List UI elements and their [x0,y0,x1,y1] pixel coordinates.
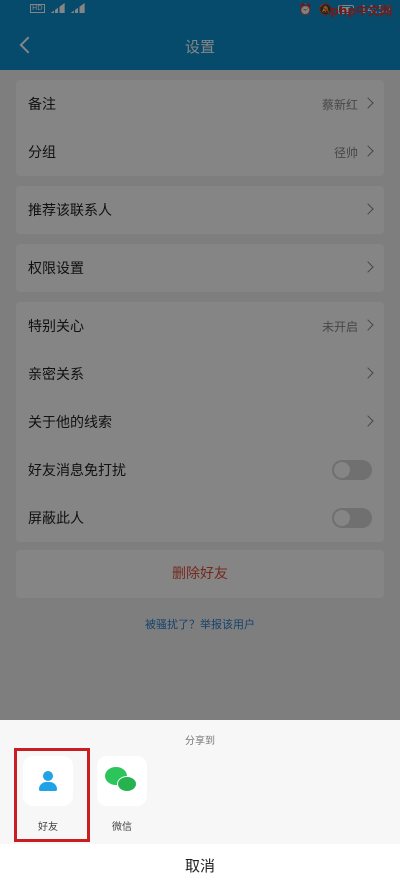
wechat-icon-box [97,756,147,806]
share-sheet-title: 分享到 [185,736,215,747]
cancel-button[interactable]: 取消 [0,844,400,888]
share-label: 微信 [112,822,132,833]
share-to-wechat-button[interactable]: 微信 [87,756,157,833]
wechat-icon [105,767,139,795]
highlight-annotation [14,748,90,842]
